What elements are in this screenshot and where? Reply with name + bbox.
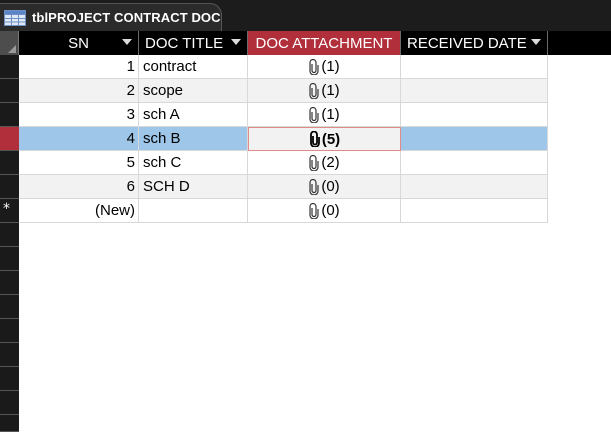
record-selector-new[interactable]: * — [0, 199, 19, 223]
header-doc-attachment-label: DOC ATTACHMENT — [255, 34, 393, 52]
column-header: SN DOC TITLE DOC ATTACHMENT RECEIVED DAT… — [0, 31, 611, 55]
new-record-marker: * — [3, 201, 10, 217]
record-selector[interactable] — [0, 103, 19, 127]
cell-doc-attachment[interactable]: (1) — [248, 103, 401, 127]
attachment-count: (1) — [321, 82, 340, 99]
cell-received-date[interactable] — [401, 199, 548, 223]
selector-filler — [0, 367, 19, 391]
cell-doc-title[interactable]: SCH D — [139, 175, 248, 199]
header-doc-attachment[interactable]: DOC ATTACHMENT — [248, 31, 401, 55]
table-row[interactable]: 5 sch C (2) — [0, 151, 611, 175]
selector-filler — [0, 343, 19, 367]
chevron-down-icon[interactable] — [122, 39, 132, 45]
tab-bar: tblPROJECT CONTRACT DOC — [0, 0, 611, 31]
select-all-icon — [8, 45, 16, 53]
cell-doc-attachment-focused[interactable]: (5) — [248, 127, 401, 151]
selector-filler — [0, 271, 19, 295]
cell-doc-attachment[interactable]: (1) — [248, 55, 401, 79]
select-all-corner[interactable] — [0, 31, 19, 55]
paperclip-icon — [309, 106, 319, 123]
table-row[interactable]: 6 SCH D (0) — [0, 175, 611, 199]
attachment-count: (1) — [321, 58, 340, 75]
cell-doc-attachment[interactable]: (1) — [248, 79, 401, 103]
attachment-count: (1) — [321, 106, 340, 123]
selector-column-filler — [0, 223, 19, 432]
cell-sn[interactable]: 2 — [19, 79, 139, 103]
record-selector-current[interactable] — [0, 127, 19, 151]
cell-received-date[interactable] — [401, 175, 548, 199]
cell-received-date[interactable] — [401, 103, 548, 127]
paperclip-icon — [309, 131, 320, 147]
cell-sn[interactable]: 3 — [19, 103, 139, 127]
header-sn[interactable]: SN — [19, 31, 139, 55]
cell-sn[interactable]: 6 — [19, 175, 139, 199]
cell-received-date[interactable] — [401, 127, 548, 151]
selector-filler — [0, 247, 19, 271]
header-doc-title-label: DOC TITLE — [145, 34, 224, 52]
header-received-date-label: RECEIVED DATE — [407, 34, 527, 52]
selector-filler — [0, 415, 19, 432]
cell-received-date[interactable] — [401, 55, 548, 79]
paperclip-icon — [309, 154, 319, 171]
attachment-count: (2) — [321, 154, 340, 171]
selector-filler — [0, 391, 19, 415]
selector-filler — [0, 295, 19, 319]
paperclip-icon — [309, 202, 319, 219]
header-sn-label: SN — [68, 34, 89, 52]
record-selector[interactable] — [0, 151, 19, 175]
tab-table[interactable]: tblPROJECT CONTRACT DOC — [0, 3, 222, 31]
record-selector[interactable] — [0, 55, 19, 79]
selector-filler — [0, 223, 19, 247]
cell-doc-title[interactable]: scope — [139, 79, 248, 103]
cell-sn[interactable]: 5 — [19, 151, 139, 175]
cell-doc-title[interactable]: contract — [139, 55, 248, 79]
cell-doc-title[interactable] — [139, 199, 248, 223]
header-doc-title[interactable]: DOC TITLE — [139, 31, 248, 55]
table-row[interactable]: 1 contract (1) — [0, 55, 611, 79]
chevron-down-icon[interactable] — [531, 39, 541, 45]
attachment-count: (0) — [321, 178, 340, 195]
cell-doc-title[interactable]: sch A — [139, 103, 248, 127]
cell-doc-attachment[interactable]: (0) — [248, 199, 401, 223]
paperclip-icon — [309, 82, 319, 99]
table-row[interactable]: 3 sch A (1) — [0, 103, 611, 127]
cell-sn[interactable]: 1 — [19, 55, 139, 79]
cell-sn[interactable]: 4 — [19, 127, 139, 151]
record-selector[interactable] — [0, 79, 19, 103]
selector-filler — [0, 319, 19, 343]
table-row-new[interactable]: * (New) (0) — [0, 199, 611, 223]
cell-received-date[interactable] — [401, 79, 548, 103]
cell-doc-title[interactable]: sch B — [139, 127, 248, 151]
table-row[interactable]: 2 scope (1) — [0, 79, 611, 103]
header-received-date[interactable]: RECEIVED DATE — [401, 31, 548, 55]
tab-title: tblPROJECT CONTRACT DOC — [32, 10, 221, 25]
cell-doc-attachment[interactable]: (2) — [248, 151, 401, 175]
table-icon — [4, 9, 26, 26]
chevron-down-icon[interactable] — [231, 39, 241, 45]
cell-received-date[interactable] — [401, 151, 548, 175]
paperclip-icon — [309, 178, 319, 195]
cell-sn[interactable]: (New) — [19, 199, 139, 223]
cell-doc-title[interactable]: sch C — [139, 151, 248, 175]
paperclip-icon — [309, 58, 319, 75]
record-selector[interactable] — [0, 175, 19, 199]
attachment-count: (0) — [321, 202, 340, 219]
attachment-count: (5) — [321, 130, 341, 148]
cell-doc-attachment[interactable]: (0) — [248, 175, 401, 199]
table-row-selected[interactable]: 4 sch B (5) — [0, 127, 611, 151]
